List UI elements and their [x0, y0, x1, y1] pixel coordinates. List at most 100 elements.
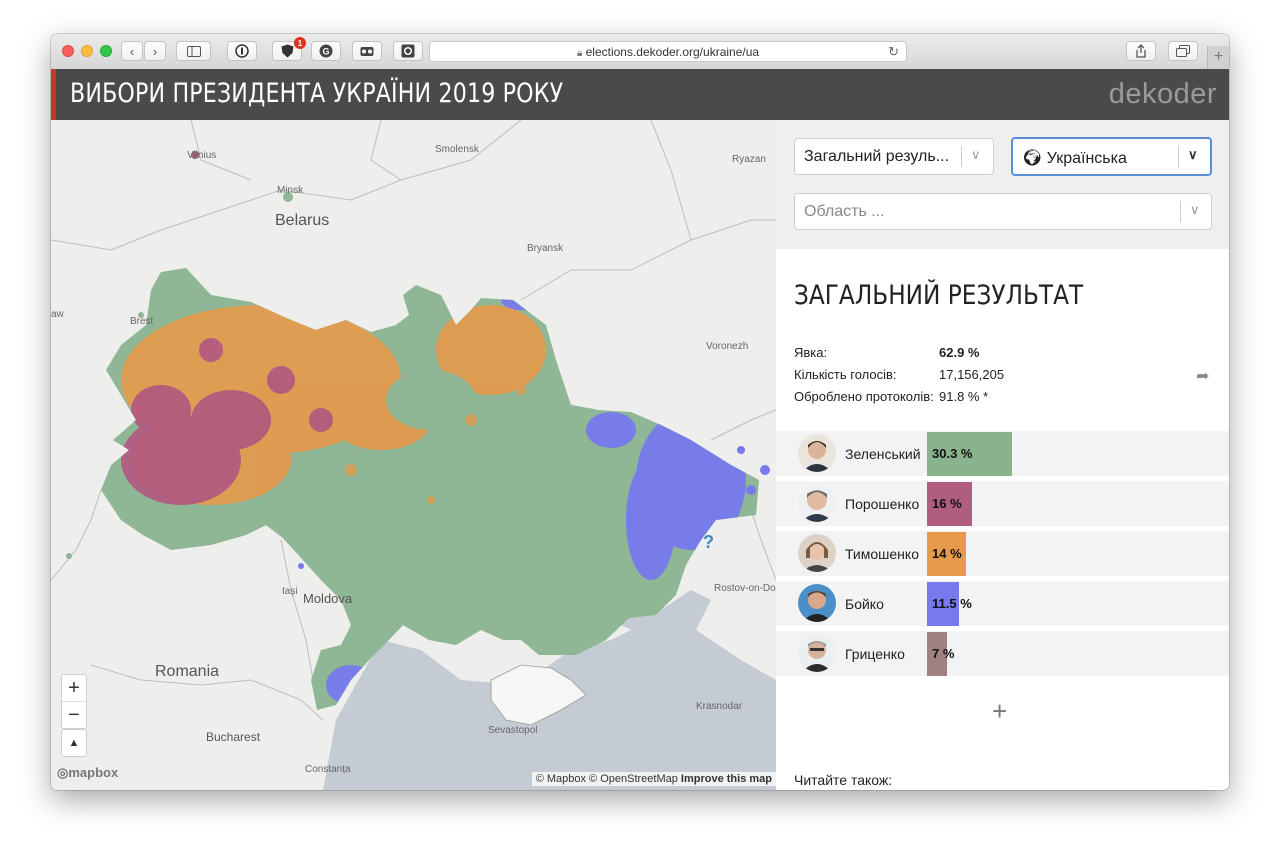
camera-extension-button[interactable] — [393, 41, 423, 61]
reload-icon[interactable]: ↻ — [888, 44, 899, 60]
candidate-row-poroshenko[interactable]: Порошенко 16 % — [776, 481, 1229, 526]
sidebar-button[interactable] — [176, 41, 211, 61]
select-separator — [961, 146, 962, 167]
label-belarus: Belarus — [275, 212, 330, 229]
label-brest: Brest — [130, 316, 154, 327]
candidate-percent: 11.5 % — [932, 596, 972, 611]
candidate-row-tymoshenko[interactable]: Тимошенко 14 % — [776, 531, 1229, 576]
select-separator — [1180, 201, 1181, 222]
password-extension-button[interactable] — [227, 41, 257, 61]
candidate-name: Зеленський — [845, 446, 921, 462]
lock-icon: 🔒︎ — [576, 48, 583, 59]
candidate-name: Тимошенко — [845, 546, 919, 562]
election-map[interactable]: ? Vilnius Smolensk Ryazan Minsk Belarus … — [51, 120, 776, 790]
votes-value: 17,156,205 — [939, 367, 1005, 382]
url-display: 🔒︎ elections.dekoder.org/ukraine/ua — [430, 45, 906, 59]
candidate-percent: 14 % — [932, 546, 962, 561]
label-vilnius: Vilnius — [187, 150, 217, 161]
reader-extension-button[interactable] — [352, 41, 382, 61]
mapbox-logo[interactable]: ◎mapbox — [57, 765, 118, 781]
avatar-tymoshenko — [798, 534, 836, 572]
candidate-row-hrytsenko[interactable]: Гриценко 7 % — [776, 631, 1229, 676]
mapbox-icon: ◎ — [57, 765, 69, 780]
share-arrow-icon[interactable]: ➦ — [1196, 366, 1209, 386]
turnout-label: Явка: — [794, 345, 828, 360]
new-tab-button[interactable]: + — [1207, 46, 1229, 69]
show-more-button[interactable]: + — [992, 696, 1007, 727]
region-placeholder: Область ... — [804, 203, 885, 220]
page-title: ВИБОРИ ПРЕЗИДЕНТА УКРАЇНИ 2019 РОКУ — [70, 78, 564, 109]
result-type-select[interactable]: Загальний резуль... ∨ — [794, 138, 994, 175]
candidate-name: Порошенко — [845, 496, 920, 512]
extension-badge: 1 — [294, 37, 306, 49]
tabs-overview-button[interactable] — [1168, 41, 1198, 61]
candidate-percent: 16 % — [932, 496, 962, 511]
back-button[interactable]: ‹ — [121, 41, 143, 61]
question-marker[interactable]: ? — [703, 532, 714, 552]
minimize-window-button[interactable] — [81, 45, 93, 57]
plus-icon: + — [1213, 48, 1224, 65]
ublock-extension-button[interactable]: 1 — [272, 37, 306, 61]
browser-window: ‹ › 1 G 🔒︎ elections.dekoder.org/ukraine… — [51, 34, 1229, 790]
label-iasi: Iași — [282, 586, 298, 597]
read-also-heading: Читайте також: — [794, 772, 893, 788]
avatar-boyko — [798, 584, 836, 622]
results-title: ЗАГАЛЬНИЙ РЕЗУЛЬТАТ — [794, 280, 1084, 311]
password-manager-icon — [235, 44, 249, 58]
tabs-icon — [1176, 45, 1190, 57]
label-minsk: Minsk — [277, 185, 304, 196]
label-sevastopol: Sevastopol — [488, 725, 538, 736]
avatar-poroshenko — [798, 484, 836, 522]
candidate-percent: 7 % — [932, 646, 955, 661]
avatar-hrytsenko — [798, 634, 836, 672]
label-bucharest: Bucharest — [206, 730, 261, 744]
svg-text:G: G — [322, 47, 329, 57]
glasses-icon — [360, 47, 374, 56]
chevron-left-icon: ‹ — [129, 43, 135, 59]
label-constanta: Constanța — [305, 764, 351, 775]
candidate-percent: 30.3 % — [932, 446, 973, 461]
compass-icon[interactable]: ▲ — [62, 730, 86, 756]
avatar-zelensky — [798, 434, 836, 472]
votes-label: Кількість голосів: — [794, 367, 897, 382]
chevron-down-icon: ∨ — [971, 147, 981, 162]
globe-icon: 🌍︎ — [1022, 150, 1043, 167]
attribution-text: © Mapbox © OpenStreetMap — [535, 773, 678, 785]
label-aw: aw — [51, 309, 64, 320]
protocols-label: Оброблено протоколів: — [794, 389, 934, 404]
region-select[interactable]: Область ... ∨ — [794, 193, 1212, 230]
label-rostov: Rostov-on-Don — [714, 583, 776, 594]
forward-button[interactable]: › — [144, 41, 166, 61]
filter-controls: Загальний резуль... ∨ 🌍︎ Українська ∨ Об… — [776, 120, 1229, 249]
label-voronezh: Voronezh — [706, 341, 749, 352]
map-attribution: © Mapbox © OpenStreetMap Improve this ma… — [531, 772, 776, 786]
label-krasnodar: Krasnodar — [696, 701, 743, 712]
zoom-control: + − — [61, 674, 87, 729]
close-window-button[interactable] — [62, 45, 74, 57]
candidate-name: Гриценко — [845, 646, 905, 662]
dekoder-logo[interactable]: dekoder — [1109, 78, 1217, 111]
results-panel: Загальний резуль... ∨ 🌍︎ Українська ∨ Об… — [776, 120, 1229, 790]
address-bar[interactable]: 🔒︎ elections.dekoder.org/ukraine/ua ↻ — [429, 41, 907, 62]
maximize-window-button[interactable] — [100, 45, 112, 57]
zoom-in-button[interactable]: + — [62, 675, 86, 702]
compass-control: ▲ — [61, 729, 87, 757]
candidate-row-zelensky[interactable]: Зеленський 30.3 % — [776, 431, 1229, 476]
site-header: ВИБОРИ ПРЕЗИДЕНТА УКРАЇНИ 2019 РОКУ deko… — [51, 69, 1229, 120]
improve-map-link[interactable]: Improve this map — [681, 773, 772, 785]
language-select[interactable]: 🌍︎ Українська ∨ — [1011, 137, 1212, 176]
candidate-row-boyko[interactable]: Бойко 11.5 % — [776, 581, 1229, 626]
turnout-value: 62.9 % — [939, 345, 980, 360]
zoom-out-button[interactable]: − — [62, 702, 86, 728]
label-romania: Romania — [155, 663, 220, 680]
sidebar-icon — [186, 45, 201, 57]
browser-toolbar: ‹ › 1 G 🔒︎ elections.dekoder.org/ukraine… — [51, 34, 1229, 70]
chevron-down-icon: ∨ — [1188, 147, 1198, 162]
label-bryansk: Bryansk — [527, 243, 564, 254]
label-ryazan: Ryazan — [732, 154, 766, 165]
map-canvas[interactable]: ? — [51, 120, 776, 790]
share-button[interactable] — [1126, 41, 1156, 61]
header-accent — [51, 69, 56, 120]
grammarly-icon: G — [319, 44, 333, 58]
grammarly-extension-button[interactable]: G — [311, 41, 341, 61]
